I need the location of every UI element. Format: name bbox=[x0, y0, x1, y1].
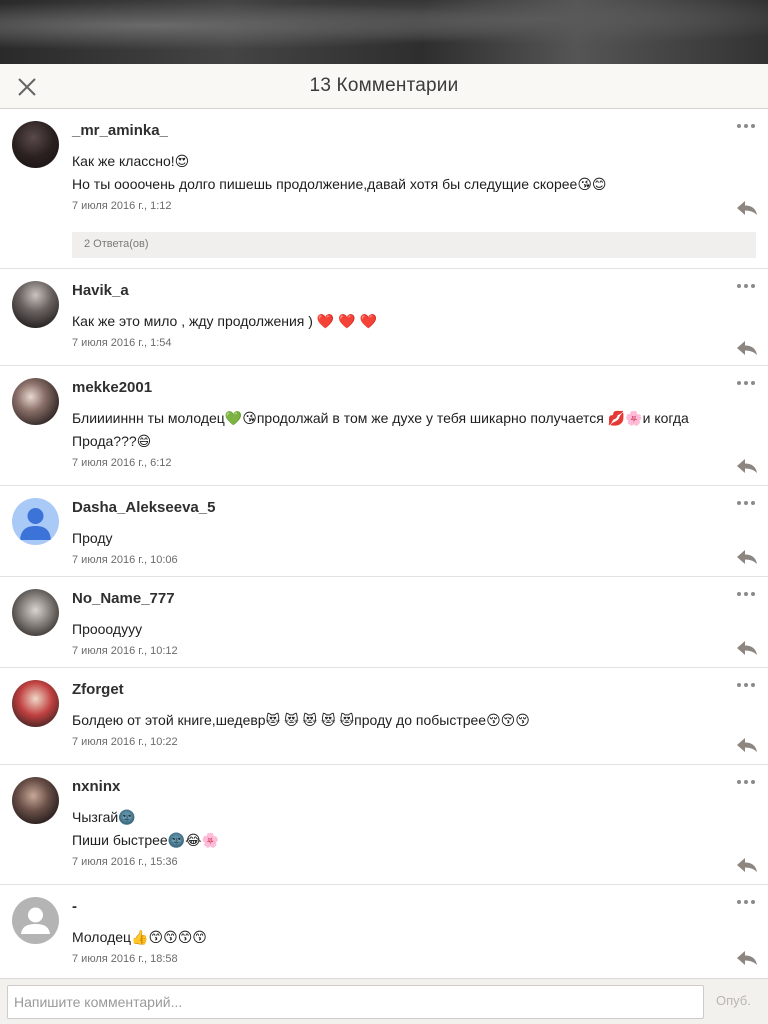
comment-date: 7 июля 2016 г., 10:12 bbox=[72, 645, 178, 657]
comment-username[interactable]: No_Name_777 bbox=[72, 590, 756, 610]
avatar[interactable] bbox=[12, 589, 59, 636]
comment-item: Havik_a Как же это мило , жду продолжени… bbox=[0, 269, 768, 366]
reply-arrow-icon bbox=[737, 201, 757, 215]
comment-text: Как же классно!😍 Но ты оооочень долго пи… bbox=[72, 150, 756, 196]
comment-date: 7 июля 2016 г., 15:36 bbox=[72, 856, 178, 868]
more-options-button[interactable] bbox=[736, 775, 756, 787]
comment-line: Проду bbox=[72, 530, 113, 546]
comment-username[interactable]: Havik_a bbox=[72, 282, 756, 302]
avatar[interactable] bbox=[12, 498, 59, 545]
comment-line: Но ты оооочень долго пишешь продолжение,… bbox=[72, 176, 607, 192]
default-avatar-icon bbox=[20, 508, 51, 540]
more-options-button[interactable] bbox=[736, 678, 756, 690]
comment-line: Пиши быстрее🌚😂🌸 bbox=[72, 832, 219, 848]
page-title: 13 Комментарии bbox=[309, 75, 459, 96]
view-replies-button[interactable]: 2 Ответа(ов) bbox=[72, 232, 756, 258]
comment-date: 7 июля 2016 г., 6:12 bbox=[72, 457, 172, 469]
comments-list: _mr_aminka_ Как же классно!😍 Но ты ооооч… bbox=[0, 109, 768, 978]
comment-date: 7 июля 2016 г., 18:58 bbox=[72, 953, 178, 965]
comment-composer: Опуб. bbox=[0, 978, 768, 1024]
reply-arrow-icon bbox=[737, 341, 757, 355]
ellipsis-icon bbox=[737, 592, 755, 596]
comment-item: Zforget Болдею от этой книге,шедевр😻 😻 😻… bbox=[0, 668, 768, 765]
comment-username[interactable]: _mr_aminka_ bbox=[72, 122, 756, 142]
reply-button[interactable] bbox=[736, 640, 758, 656]
reply-button[interactable] bbox=[736, 737, 758, 753]
reply-arrow-icon bbox=[737, 858, 757, 872]
comment-date: 7 июля 2016 г., 1:54 bbox=[72, 337, 172, 349]
reply-button[interactable] bbox=[736, 340, 758, 356]
more-options-button[interactable] bbox=[736, 496, 756, 508]
avatar[interactable] bbox=[12, 777, 59, 824]
comment-item: mekke2001 Блииииннн ты молодец💚😘продолжа… bbox=[0, 366, 768, 486]
reply-button[interactable] bbox=[736, 549, 758, 565]
more-options-button[interactable] bbox=[736, 119, 756, 131]
comment-date: 7 июля 2016 г., 1:12 bbox=[72, 200, 172, 212]
reply-arrow-icon bbox=[737, 459, 757, 473]
ellipsis-icon bbox=[737, 284, 755, 288]
reply-arrow-icon bbox=[737, 738, 757, 752]
comment-line: Прооодууу bbox=[72, 621, 143, 637]
reply-arrow-icon bbox=[737, 550, 757, 564]
comment-text: Блииииннн ты молодец💚😘продолжай в том же… bbox=[72, 407, 756, 453]
comment-username[interactable]: - bbox=[72, 898, 756, 918]
more-options-button[interactable] bbox=[736, 279, 756, 291]
more-options-button[interactable] bbox=[736, 895, 756, 907]
ellipsis-icon bbox=[737, 780, 755, 784]
avatar[interactable] bbox=[12, 121, 59, 168]
comment-line: Болдею от этой книге,шедевр😻 😻 😻 😻 😻прод… bbox=[72, 712, 530, 728]
comment-text: Прооодууу bbox=[72, 618, 756, 641]
comment-item: _mr_aminka_ Как же классно!😍 Но ты ооооч… bbox=[0, 109, 768, 269]
comment-username[interactable]: mekke2001 bbox=[72, 379, 756, 399]
avatar[interactable] bbox=[12, 281, 59, 328]
ellipsis-icon bbox=[737, 501, 755, 505]
avatar[interactable] bbox=[12, 378, 59, 425]
comment-date: 7 июля 2016 г., 10:22 bbox=[72, 736, 178, 748]
avatar[interactable] bbox=[12, 897, 59, 944]
comment-line: Прода???😄 bbox=[72, 433, 152, 449]
more-options-button[interactable] bbox=[736, 376, 756, 388]
comment-line: Блииииннн ты молодец💚😘продолжай в том же… bbox=[72, 410, 689, 426]
ellipsis-icon bbox=[737, 381, 755, 385]
ellipsis-icon bbox=[737, 683, 755, 687]
reply-button[interactable] bbox=[736, 857, 758, 873]
comment-input[interactable] bbox=[7, 985, 704, 1019]
ellipsis-icon bbox=[737, 900, 755, 904]
comment-username[interactable]: Dasha_Alekseeva_5 bbox=[72, 499, 756, 519]
comment-text: Чызгай🌚 Пиши быстрее🌚😂🌸 bbox=[72, 806, 756, 852]
comment-line: Как же классно!😍 bbox=[72, 153, 190, 169]
comment-username[interactable]: Zforget bbox=[72, 681, 756, 701]
reply-arrow-icon bbox=[737, 641, 757, 655]
reply-arrow-icon bbox=[737, 951, 757, 965]
comment-text: Болдею от этой книге,шедевр😻 😻 😻 😻 😻прод… bbox=[72, 709, 756, 732]
comment-item: Dasha_Alekseeva_5 Проду 7 июля 2016 г., … bbox=[0, 486, 768, 577]
post-button[interactable]: Опуб. bbox=[716, 993, 751, 1008]
comment-item: nxninx Чызгай🌚 Пиши быстрее🌚😂🌸 7 июля 20… bbox=[0, 765, 768, 885]
reply-button[interactable] bbox=[736, 950, 758, 966]
reply-button[interactable] bbox=[736, 200, 758, 216]
story-cover-image bbox=[0, 0, 768, 64]
comment-line: Как же это мило , жду продолжения ) ❤️ ❤… bbox=[72, 313, 377, 329]
comment-item: No_Name_777 Прооодууу 7 июля 2016 г., 10… bbox=[0, 577, 768, 668]
ellipsis-icon bbox=[737, 124, 755, 128]
more-options-button[interactable] bbox=[736, 587, 756, 599]
comment-line: Чызгай🌚 bbox=[72, 809, 136, 825]
comment-text: Молодец👍😙😙😙😙 bbox=[72, 926, 756, 949]
comment-date: 7 июля 2016 г., 10:06 bbox=[72, 554, 178, 566]
comment-username[interactable]: nxninx bbox=[72, 778, 756, 798]
reply-button[interactable] bbox=[736, 458, 758, 474]
default-avatar-icon bbox=[21, 907, 50, 934]
comment-item: - Молодец👍😙😙😙😙 7 июля 2016 г., 18:58 bbox=[0, 885, 768, 978]
comment-line: Молодец👍😙😙😙😙 bbox=[72, 929, 207, 945]
comment-text: Проду bbox=[72, 527, 756, 550]
avatar[interactable] bbox=[12, 680, 59, 727]
comment-text: Как же это мило , жду продолжения ) ❤️ ❤… bbox=[72, 310, 756, 333]
comments-header: 13 Комментарии bbox=[0, 64, 768, 109]
